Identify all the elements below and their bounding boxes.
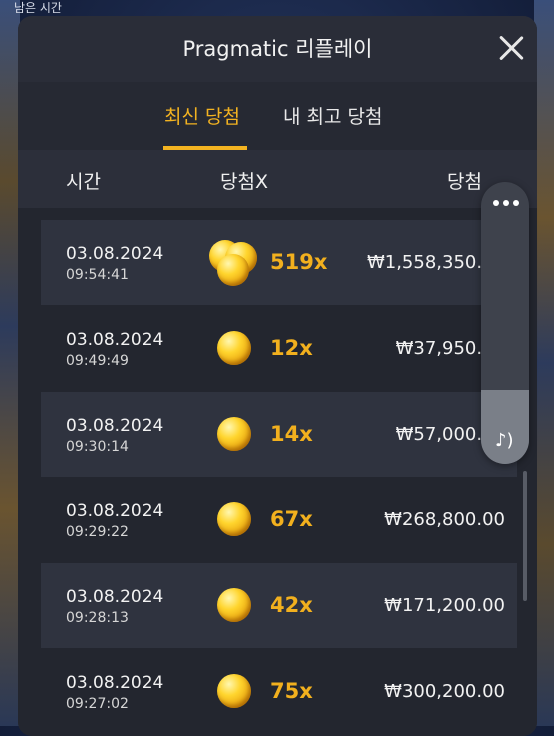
tab-bar: 최신 당첨 내 최고 당첨 — [18, 82, 537, 150]
coin-stack-icon — [209, 238, 261, 290]
row-multiplier: 75x — [270, 679, 313, 703]
wins-list[interactable]: 03.08.2024 09:54:41 519x ₩1,558,350.00 0… — [18, 208, 537, 736]
more-dots-icon[interactable] — [493, 200, 519, 208]
row-date: 03.08.2024 — [66, 416, 164, 436]
table-row[interactable]: 03.08.2024 09:28:13 42x ₩171,200.00 — [41, 563, 517, 648]
row-multiplier: 519x — [270, 250, 328, 274]
row-date: 03.08.2024 — [66, 501, 164, 521]
row-multiplier: 12x — [270, 336, 313, 360]
coin-icon — [217, 417, 251, 451]
row-date: 03.08.2024 — [66, 244, 164, 264]
tab-recent-wins[interactable]: 최신 당첨 — [164, 102, 240, 129]
row-time: 09:49:49 — [66, 353, 129, 369]
column-header-win: 당첨 — [447, 171, 482, 193]
background-left-decoration — [0, 0, 20, 726]
table-row[interactable]: 03.08.2024 09:49:49 12x ₩37,950.00 — [41, 306, 517, 391]
modal-title: Pragmatic 리플레이 — [182, 37, 373, 61]
coin-icon — [217, 588, 251, 622]
column-header-time: 시간 — [66, 171, 101, 193]
floating-menu[interactable]: ♪) — [481, 182, 529, 464]
replay-modal: Pragmatic 리플레이 최신 당첨 내 최고 당첨 시간 당첨X 당첨 0… — [18, 16, 537, 736]
coin-icon — [217, 502, 251, 536]
row-time: 09:30:14 — [66, 439, 129, 455]
row-win-amount: ₩268,800.00 — [384, 509, 505, 530]
row-date: 03.08.2024 — [66, 330, 164, 350]
floating-menu-lower — [481, 390, 529, 464]
coin-icon — [217, 331, 251, 365]
row-multiplier: 14x — [270, 422, 313, 446]
row-win-amount: ₩300,200.00 — [384, 681, 505, 702]
row-multiplier: 42x — [270, 593, 313, 617]
row-win-amount: ₩171,200.00 — [384, 595, 505, 616]
row-date: 03.08.2024 — [66, 673, 164, 693]
row-time: 09:28:13 — [66, 610, 129, 626]
row-time: 09:29:22 — [66, 524, 129, 540]
table-row[interactable]: 03.08.2024 09:54:41 519x ₩1,558,350.00 — [41, 220, 517, 305]
music-note-icon[interactable]: ♪) — [495, 430, 514, 451]
row-date: 03.08.2024 — [66, 587, 164, 607]
list-scrollbar[interactable] — [523, 471, 527, 601]
row-multiplier: 67x — [270, 507, 313, 531]
background-right-decoration — [534, 0, 554, 726]
table-row[interactable]: 03.08.2024 09:30:14 14x ₩57,000.00 — [41, 392, 517, 477]
modal-header: Pragmatic 리플레이 — [18, 16, 537, 82]
row-time: 09:27:02 — [66, 696, 129, 712]
table-row[interactable]: 03.08.2024 09:29:22 67x ₩268,800.00 — [41, 477, 517, 562]
close-icon[interactable] — [496, 33, 526, 63]
row-time: 09:54:41 — [66, 267, 129, 283]
remaining-time-label: 남은 시간 — [14, 1, 62, 15]
column-header: 시간 당첨X 당첨 — [18, 150, 537, 208]
table-row[interactable]: 03.08.2024 09:27:02 75x ₩300,200.00 — [41, 649, 517, 734]
coin-icon — [217, 674, 251, 708]
tab-my-best-wins[interactable]: 내 최고 당첨 — [283, 102, 382, 129]
column-header-multiplier: 당첨X — [220, 171, 268, 193]
